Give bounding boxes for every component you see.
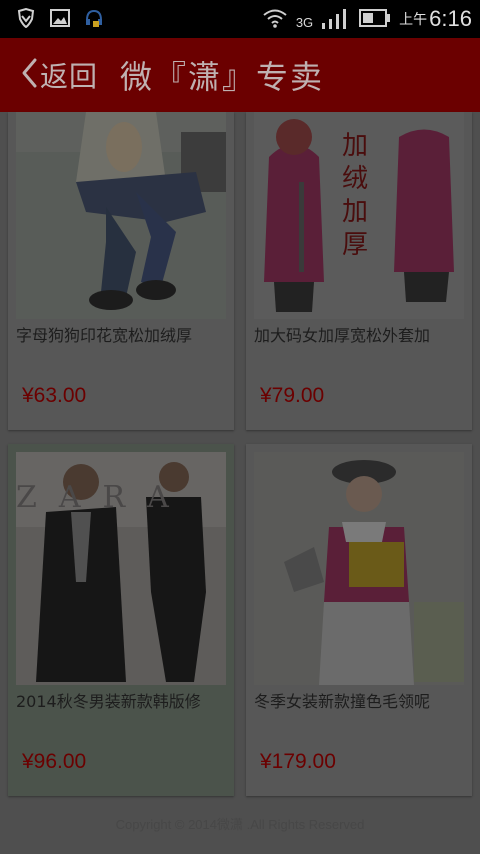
product-card[interactable]: 字母狗狗印花宽松加绒厚 ¥63.00 (8, 112, 234, 430)
copyright-footer: Copyright © 2014微潇 .All Rights Reserved (115, 817, 365, 832)
back-button[interactable]: 返回 (20, 55, 98, 95)
product-name: 冬季女装新款撞色毛领呢 (254, 692, 431, 711)
product-image (254, 452, 464, 685)
product-price: ¥179.00 (260, 750, 336, 773)
page-title: 微『潇』专卖 (120, 58, 325, 96)
clock: 6:16 (429, 6, 472, 31)
network-type: 3G (295, 14, 314, 30)
product-card[interactable]: 冬季女装新款撞色毛领呢 ¥179.00 (246, 444, 472, 796)
product-image-caption: ZARA (16, 480, 191, 515)
back-label: 返回 (40, 60, 99, 93)
product-image: ZARA (16, 452, 226, 685)
product-image: 加绒加厚 (254, 112, 464, 319)
product-card[interactable]: 加绒加厚 加大码女加厚宽松外套加 ¥79.00 (246, 112, 472, 430)
product-price: ¥79.00 (260, 384, 325, 407)
image-icon (50, 9, 70, 32)
time-prefix: 上午 (399, 11, 428, 27)
product-image-caption: 加绒加厚 (342, 131, 369, 260)
product-name: 字母狗狗印花宽松加绒厚 (16, 326, 193, 345)
shield-icon (16, 7, 36, 33)
product-price: ¥96.00 (22, 750, 87, 773)
app-header: 返回 微『潇』专卖 (0, 38, 480, 112)
product-card[interactable]: ZARA 2014秋冬男装新款韩版修 ¥96.00 (8, 444, 234, 796)
product-image (16, 112, 226, 319)
product-name: 加大码女加厚宽松外套加 (254, 326, 431, 345)
chevron-left-icon (20, 57, 38, 93)
battery-icon (359, 8, 391, 30)
headset-icon (84, 8, 104, 33)
product-price: ¥63.00 (22, 384, 87, 407)
status-bar: 3G 上午 6:16 (0, 0, 480, 38)
signal-icon (321, 7, 351, 32)
wifi-icon (262, 8, 288, 31)
product-name: 2014秋冬男装新款韩版修 (16, 692, 201, 711)
